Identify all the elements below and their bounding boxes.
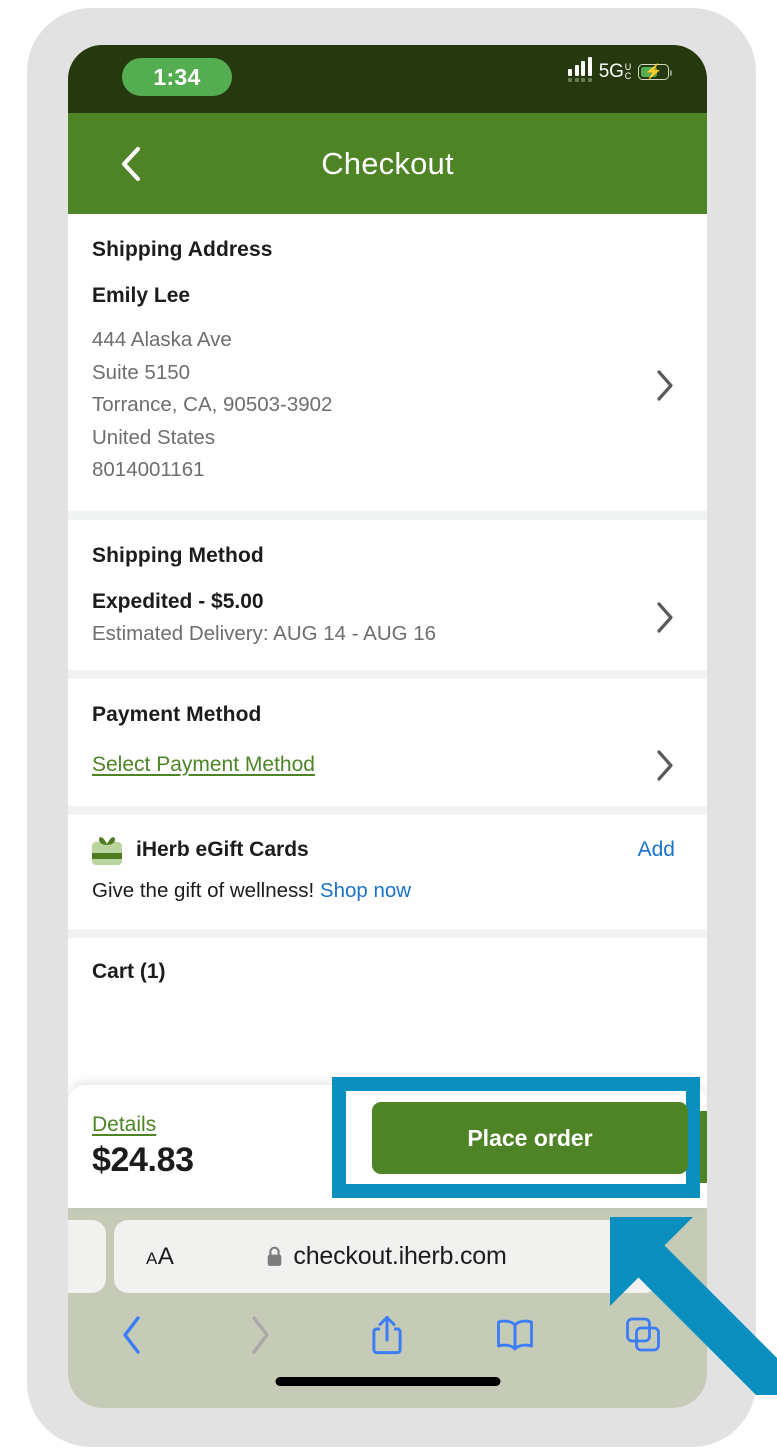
cart-section: Cart (1) [68, 937, 707, 1044]
payment-method-row[interactable]: Select Payment Method [92, 749, 683, 782]
battery-charging-icon: ⚡ [638, 64, 672, 80]
chevron-left-icon [123, 1316, 140, 1354]
app-header: Checkout [68, 113, 707, 214]
section-divider [68, 928, 707, 938]
share-icon [372, 1316, 403, 1355]
text-size-big-a: A [157, 1242, 175, 1270]
payment-method-section: Payment Method Select Payment Method [68, 678, 707, 806]
shipping-method-title: Shipping Method [92, 543, 264, 567]
address-line: Torrance, CA, 90503-3902 [92, 393, 333, 416]
cart-title: Cart (1) [92, 959, 166, 983]
shipping-method-row[interactable]: Expedited - $5.00 Estimated Delivery: AU… [92, 590, 683, 646]
phone-screen: 1:34 5G U C ⚡ Checkout Shipping Address … [68, 45, 707, 1408]
chevron-right-icon [657, 370, 673, 401]
chevron-right-icon [657, 749, 673, 781]
shipping-address-title: Shipping Address [92, 238, 273, 261]
payment-method-details: Select Payment Method [92, 753, 641, 777]
egift-note-text: Give the gift of wellness! [92, 878, 315, 902]
text-size-small-a: A [146, 1248, 158, 1268]
back-button[interactable] [98, 113, 164, 214]
chevron-left-icon [121, 146, 141, 181]
share-button[interactable] [324, 1313, 452, 1357]
address-line: 444 Alaska Ave [92, 328, 232, 351]
egift-note: Give the gift of wellness! Shop now [92, 879, 683, 903]
shipping-address-row[interactable]: Emily Lee 444 Alaska Ave Suite 5150 Torr… [92, 284, 683, 487]
egift-cards-header: iHerb eGift Cards Add [92, 835, 683, 865]
section-divider [68, 669, 707, 679]
shipping-method-section: Shipping Method Expedited - $5.00 Estima… [68, 519, 707, 670]
egift-shop-now-link[interactable]: Shop now [320, 879, 411, 902]
egift-cards-section: iHerb eGift Cards Add Give the gift of w… [68, 814, 707, 929]
payment-method-chevron[interactable] [655, 749, 675, 782]
checkout-action-bar: Details $24.83 Place order [68, 1085, 707, 1208]
place-order-button[interactable]: Place order [426, 1111, 707, 1183]
egift-cards-title: iHerb eGift Cards [136, 837, 309, 861]
checkout-content: Shipping Address Emily Lee 444 Alaska Av… [68, 214, 707, 1044]
network-label-text: 5G [598, 61, 624, 82]
browser-back-button[interactable] [68, 1314, 196, 1356]
recipient-name: Emily Lee [92, 284, 191, 307]
status-bar: 1:34 5G U C ⚡ [68, 45, 707, 113]
previous-tab-preview[interactable] [68, 1220, 106, 1293]
select-payment-method-link[interactable]: Select Payment Method [92, 753, 315, 777]
gift-bow-icon [99, 836, 115, 845]
screenshot-root: 1:34 5G U C ⚡ Checkout Shipping Address … [0, 0, 777, 1456]
address-line: 8014001161 [92, 458, 205, 481]
egift-add-button[interactable]: Add [638, 838, 675, 862]
address-line: United States [92, 425, 216, 449]
network-sub-bottom: C [624, 70, 632, 81]
safari-browser-chrome: AA checkout.iherb.com [68, 1208, 707, 1408]
order-total-amount: $24.83 [92, 1141, 194, 1179]
payment-method-title: Payment Method [92, 702, 262, 726]
text-size-button[interactable]: AA [146, 1243, 174, 1271]
shipping-estimate: Estimated Delivery: AUG 14 - AUG 16 [92, 621, 437, 645]
url-text: checkout.iherb.com [293, 1242, 507, 1270]
shipping-address-chevron[interactable] [655, 369, 675, 402]
shipping-address-section: Shipping Address Emily Lee 444 Alaska Av… [68, 214, 707, 511]
section-divider [68, 805, 707, 815]
section-divider [68, 510, 707, 520]
shipping-method-chevron[interactable] [655, 601, 675, 634]
browser-forward-button[interactable] [196, 1314, 324, 1356]
address-bar[interactable]: AA checkout.iherb.com [114, 1220, 659, 1293]
home-indicator [275, 1377, 500, 1386]
lock-icon [268, 1246, 282, 1266]
status-indicators: 5G U C ⚡ [568, 57, 672, 83]
gift-box-icon [92, 835, 122, 865]
safari-toolbar [68, 1304, 707, 1366]
address-line: Suite 5150 [92, 360, 191, 384]
chevron-right-icon [251, 1316, 269, 1354]
network-type-label: 5G U C [599, 61, 631, 83]
url-display: checkout.iherb.com [114, 1242, 659, 1271]
bookmarks-button[interactable] [451, 1317, 579, 1353]
address-lines: 444 Alaska Ave Suite 5150 Torrance, CA, … [92, 324, 641, 487]
shipping-option: Expedited - $5.00 [92, 589, 264, 613]
tabs-icon [626, 1317, 660, 1352]
chevron-right-icon [657, 602, 673, 633]
order-total-group: Details $24.83 [92, 1113, 194, 1180]
tabs-button[interactable] [579, 1315, 707, 1355]
shipping-method-details: Expedited - $5.00 Estimated Delivery: AU… [92, 590, 641, 646]
cellular-signal-icon [568, 57, 592, 82]
book-icon [497, 1319, 534, 1351]
order-details-link[interactable]: Details [92, 1113, 194, 1137]
status-time: 1:34 [122, 58, 232, 96]
shipping-address-details: Emily Lee 444 Alaska Ave Suite 5150 Torr… [92, 284, 641, 487]
